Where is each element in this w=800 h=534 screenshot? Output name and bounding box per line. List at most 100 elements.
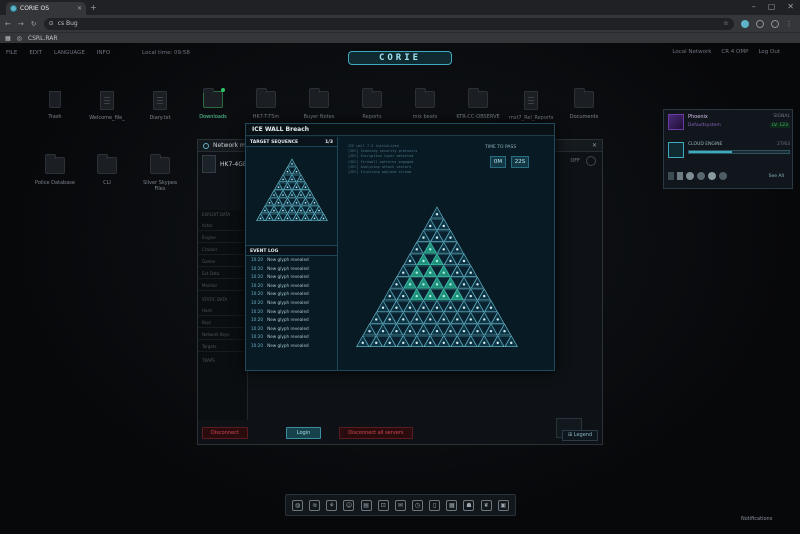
glyph-tile[interactable] <box>430 206 444 219</box>
desktop-icon-folder[interactable]: mix beats <box>403 88 447 120</box>
back-icon[interactable]: ← <box>5 20 11 28</box>
person-icon[interactable]: ☗ <box>463 499 475 511</box>
friend-panel: Phoenix SIGNAL Defaultsystem LV. 123 CLOUD… <box>663 109 793 189</box>
login-button[interactable]: Login <box>285 427 322 439</box>
bookmark-item[interactable]: CSRL.RAR <box>28 35 58 42</box>
folder-icon <box>97 154 117 174</box>
glyph-tile[interactable] <box>287 158 297 167</box>
side-row[interactable]: Engine <box>198 231 247 243</box>
glyph-symbol-icon <box>496 318 499 321</box>
glyph-symbol-icon <box>462 329 466 333</box>
glyph-symbol-icon <box>402 294 405 298</box>
side-row[interactable]: Actor <box>198 219 247 231</box>
console-output: ICE wall 7.3 initialized [SEC] Scanning s… <box>348 144 418 175</box>
power-icon[interactable] <box>586 156 596 166</box>
desktop-icon-doc[interactable]: Diary.txt <box>138 91 182 121</box>
mail-icon[interactable]: ✉ <box>394 499 406 511</box>
tab-close-icon[interactable]: ✕ <box>77 5 82 12</box>
avatar[interactable] <box>668 114 684 130</box>
logout-button[interactable]: Log Out <box>758 49 780 55</box>
bookmarks-bar: ▦ ◎ CSRL.RAR <box>0 32 800 43</box>
bookmark-star-icon[interactable]: ☆ <box>723 20 728 27</box>
globe-icon[interactable]: ◍ <box>292 499 304 511</box>
box-icon[interactable]: ▣ <box>497 499 509 511</box>
apps-icon[interactable]: ▦ <box>5 35 11 42</box>
glyph-symbol-icon <box>402 318 405 321</box>
log-time: 10:20 <box>251 325 264 331</box>
folder-icon <box>468 88 488 108</box>
bookmark-globe-icon: ◎ <box>16 34 22 42</box>
desktop-icon-folder[interactable]: Police Database <box>33 154 77 186</box>
desktop-icon-folder[interactable]: CLI <box>85 154 129 186</box>
desktop-icon-folder[interactable]: KTR-CC-OBSERVE <box>456 88 500 120</box>
wave-icon[interactable]: ≋ <box>309 499 321 511</box>
maximize-icon[interactable]: ▢ <box>768 2 776 11</box>
minimize-icon[interactable]: – <box>752 2 756 11</box>
side-row[interactable]: Targets <box>198 340 247 352</box>
menu-edit[interactable]: EDIT <box>29 50 42 56</box>
desktop-icon-folder[interactable]: Buyer Notes <box>297 88 341 120</box>
leaf-icon[interactable]: ❦ <box>480 499 492 511</box>
menu-icon[interactable]: ⋮ <box>786 20 793 28</box>
reload-icon[interactable]: ↻ <box>31 20 37 28</box>
new-tab-icon[interactable]: + <box>90 3 97 12</box>
glyph-symbol-icon <box>415 271 418 274</box>
see-all-link[interactable]: See All <box>769 174 784 179</box>
desktop-icon-label: Reports <box>362 114 382 120</box>
legend-button[interactable]: ⊞ Legend <box>562 430 599 441</box>
side-row[interactable]: Hash <box>198 304 247 316</box>
menu-language[interactable]: LANGUAGE <box>54 50 85 56</box>
grid-icon[interactable]: ▦ <box>446 499 458 511</box>
desktop-icon-doc[interactable]: Welcome_file_ <box>85 91 129 121</box>
side-row[interactable]: Ext Data <box>198 267 247 279</box>
glyph-symbol-icon <box>422 329 425 333</box>
address-bar[interactable]: ⊙ cs Bug ☆ <box>43 17 734 30</box>
side-row[interactable]: Cracker <box>198 243 247 255</box>
desktop-icon-folder[interactable]: HK7-T-TSm <box>244 88 288 120</box>
forward-icon[interactable]: → <box>18 20 24 28</box>
browser-tab[interactable]: CORIE OS ✕ <box>6 2 86 15</box>
log-message: New glyph revealed <box>267 325 309 331</box>
puzzle-icon[interactable] <box>755 19 764 28</box>
profile-icon[interactable] <box>770 19 779 28</box>
desktop-icon-doc[interactable]: mst7_Rel_Reports <box>509 91 554 121</box>
desktop-icon-trash[interactable]: Trash <box>33 91 77 120</box>
user-icon[interactable]: ☺ <box>343 499 355 511</box>
side-row[interactable]: Network Keys <box>198 328 247 340</box>
desktop-icon-folder[interactable]: Downloads <box>191 88 235 120</box>
glyph-symbol-icon <box>291 194 293 196</box>
network-status[interactable]: Local Network <box>672 49 711 55</box>
disconnect-all-button[interactable]: Disconnect all servers <box>339 427 413 439</box>
glyph-symbol-icon <box>442 318 445 321</box>
site-info-icon[interactable]: ⊙ <box>49 20 54 27</box>
side-row[interactable]: Keys <box>198 316 247 328</box>
side-row[interactable]: Monitor <box>198 279 247 291</box>
clock-icon[interactable]: ◷ <box>412 499 424 511</box>
doc-icon[interactable]: ▤ <box>360 499 372 511</box>
desktop-icon-folder[interactable]: Reports <box>350 88 394 120</box>
glyph-symbol-icon <box>300 209 302 212</box>
notifications-button[interactable]: Notifications <box>741 516 772 522</box>
glyph-symbol-icon <box>286 201 289 204</box>
glyph-symbol-icon <box>259 217 262 220</box>
menu-info[interactable]: INFO <box>97 50 110 56</box>
glyph-symbol-icon <box>442 341 445 345</box>
lock-icon[interactable]: ⊡ <box>377 499 389 511</box>
glyph-symbol-icon <box>449 259 452 263</box>
log-message: New glyph revealed <box>267 282 309 288</box>
desktop-icon-folder[interactable]: Silver Skypea Files <box>138 154 182 192</box>
glyph-symbol-icon <box>318 209 320 212</box>
network-actions: Disconnect Login Disconnect all servers <box>198 422 604 444</box>
close-icon[interactable]: ✕ <box>592 142 597 149</box>
file-icon[interactable]: ▯ <box>429 499 441 511</box>
desktop-icon-folder[interactable]: Documents <box>562 88 606 120</box>
flow-icon[interactable]: ⚘ <box>326 499 338 511</box>
window-close-icon[interactable]: ✕ <box>787 2 794 11</box>
glyph-symbol-icon <box>503 329 506 333</box>
extension-icon[interactable] <box>740 19 749 28</box>
menu-file[interactable]: FILE <box>6 50 17 56</box>
log-message: New glyph revealed <box>267 342 309 348</box>
side-row[interactable]: Gamer <box>198 255 247 267</box>
glyph-symbol-icon <box>449 329 452 333</box>
disconnect-button[interactable]: Disconnect <box>202 427 248 439</box>
